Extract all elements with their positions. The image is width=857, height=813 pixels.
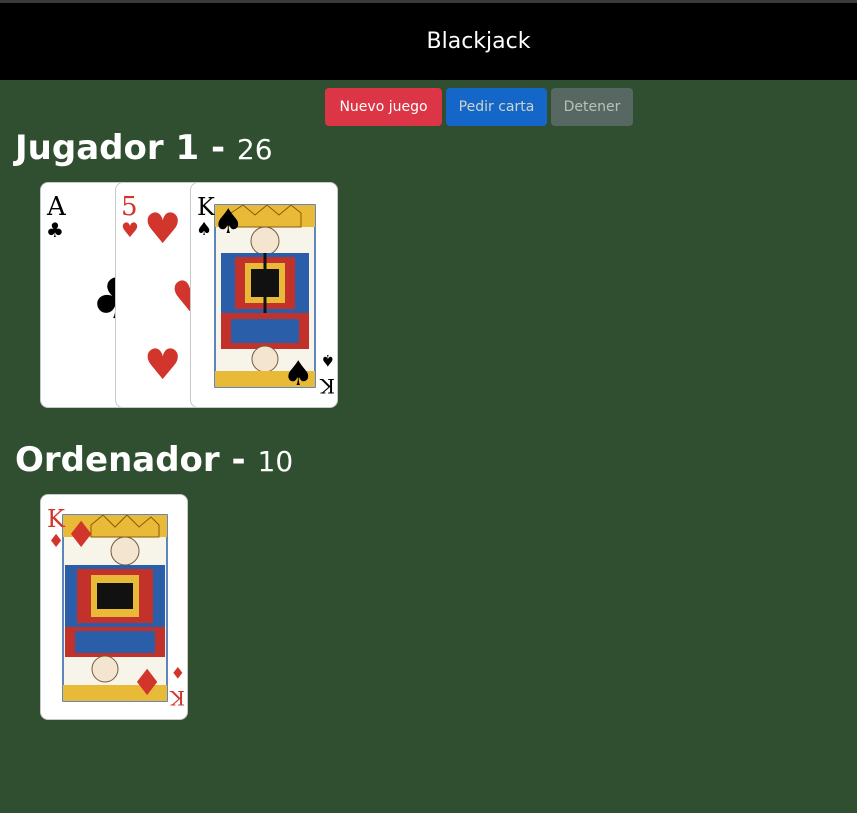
stand-button[interactable]: Detener: [551, 88, 633, 126]
hearts-icon: ♥: [144, 340, 182, 389]
dealer-name: Ordenador: [15, 440, 220, 480]
dealer-score: 10: [257, 445, 294, 478]
card-rank: K: [169, 686, 185, 710]
player-name: Jugador 1: [15, 128, 200, 168]
diamonds-icon: ♦: [48, 531, 64, 552]
spades-icon: ♠: [213, 202, 243, 242]
new-game-button[interactable]: Nuevo juego: [325, 88, 442, 126]
diamonds-icon: ♦: [171, 663, 185, 682]
dealer-separator: -: [231, 440, 246, 480]
player-title: Jugador 1 - 26: [15, 128, 273, 168]
dealer-title: Ordenador - 10: [15, 440, 293, 480]
app-header: Blackjack: [0, 3, 857, 80]
dealer-card-king-of-diamonds: K ♦ ♦ ♦ ♦ K: [40, 494, 188, 720]
player-card-king-of-spades: K ♠ ♠ ♠ K ♠: [190, 182, 338, 408]
spades-icon: ♠: [321, 351, 335, 370]
game-controls: Nuevo juego Pedir carta Detener: [325, 88, 633, 126]
player-score: 26: [236, 133, 273, 166]
card-rank: K: [319, 374, 335, 398]
diamonds-icon: ♦: [65, 515, 97, 556]
hearts-icon: ♥: [121, 218, 139, 242]
clubs-icon: ♣: [46, 218, 64, 242]
spades-icon: ♠: [283, 354, 313, 394]
diamonds-icon: ♦: [131, 663, 163, 704]
hearts-icon: ♥: [144, 204, 182, 253]
spades-icon: ♠: [196, 219, 212, 240]
player-separator: -: [210, 128, 226, 168]
app-title: Blackjack: [426, 29, 531, 54]
hit-button[interactable]: Pedir carta: [446, 88, 547, 126]
card-rank: K: [47, 505, 66, 533]
